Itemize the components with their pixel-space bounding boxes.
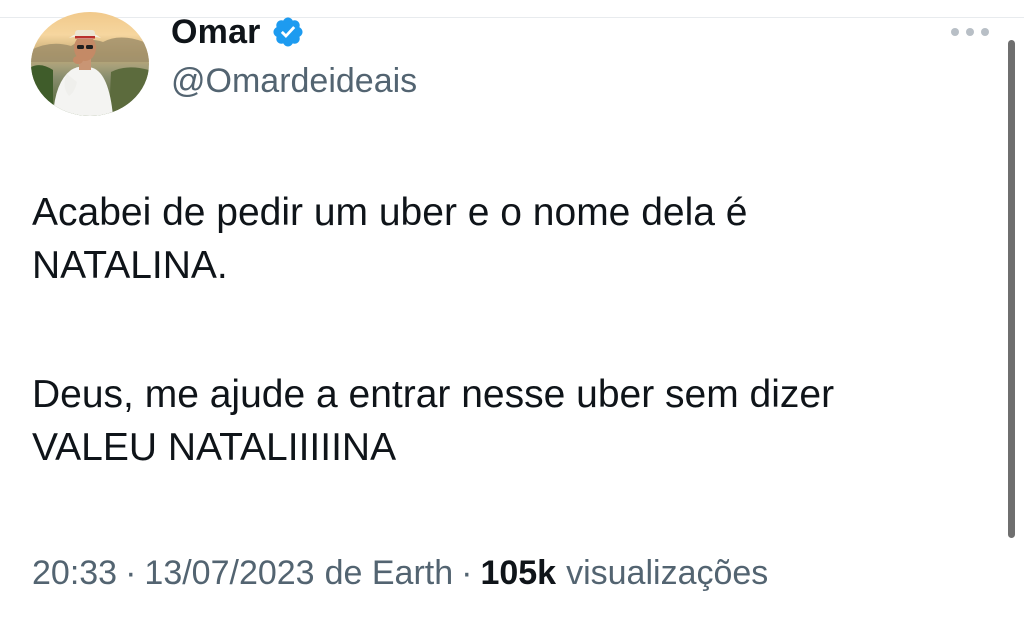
tweet-screenshot: Omar @Omardeideais Acabei de pedir um ub… — [0, 0, 1024, 623]
tweet-text: Acabei de pedir um uber e o nome dela é … — [32, 186, 992, 474]
scrollbar[interactable] — [1008, 40, 1015, 538]
avatar[interactable] — [31, 12, 149, 116]
author-handle[interactable]: @Omardeideais — [171, 60, 417, 102]
tweet-date[interactable]: 13/07/2023 — [144, 554, 314, 593]
meta-separator: · — [461, 553, 473, 592]
tweet-source: de Earth — [324, 553, 454, 592]
verified-badge-icon — [271, 15, 305, 49]
views-label: visualizações — [566, 553, 769, 592]
tweet-line: Acabei de pedir um uber e o nome dela é — [32, 191, 748, 234]
views-count[interactable]: 105k — [480, 554, 556, 593]
tweet-time[interactable]: 20:33 — [32, 554, 117, 593]
tweet-line: Deus, me ajude a entrar nesse uber sem d… — [32, 373, 835, 416]
top-divider — [0, 0, 1024, 18]
tweet-metadata: 20:33 · 13/07/2023 de Earth · 105k visua… — [32, 550, 768, 596]
more-horizontal-icon[interactable] — [951, 26, 991, 38]
more-dot — [951, 28, 959, 36]
meta-separator: · — [125, 553, 137, 592]
author-display-name[interactable]: Omar — [171, 12, 261, 52]
tweet-line: NATALINA. — [32, 244, 228, 287]
more-dot — [981, 28, 989, 36]
more-dot — [966, 28, 974, 36]
tweet-line: VALEU NATALIIIIINA — [32, 426, 397, 469]
author-name-row[interactable]: Omar — [171, 12, 305, 52]
avatar-photo — [31, 30, 149, 116]
